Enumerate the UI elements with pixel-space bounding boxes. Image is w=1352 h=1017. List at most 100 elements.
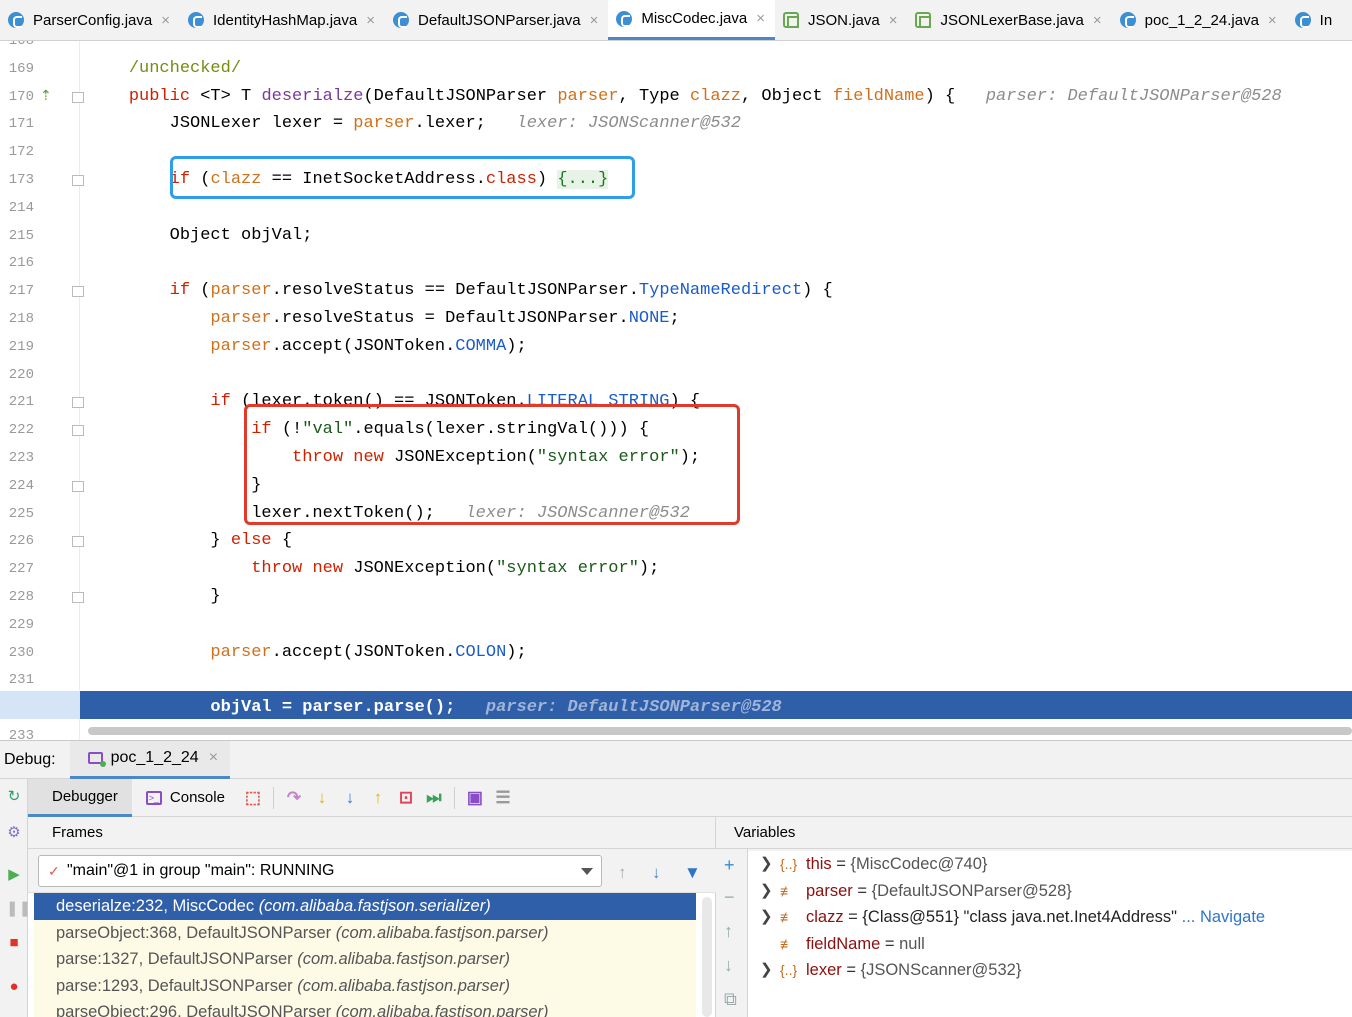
variable-row[interactable]: ❯ {..} this = {MiscCodec@740}	[748, 851, 1352, 878]
close-icon[interactable]: ×	[366, 12, 375, 29]
editor-tab-label: JSONLexerBase.java	[940, 11, 1084, 29]
fold-toggle-icon[interactable]	[72, 480, 84, 492]
editor-tab[interactable]: ParserConfig.java ×	[0, 0, 180, 40]
stack-frame[interactable]: parseObject:296, DefaultJSONParser (com.…	[34, 999, 696, 1017]
fold-toggle-icon[interactable]	[72, 592, 84, 603]
stack-frame[interactable]: parse:1327, DefaultJSONParser (com.aliba…	[34, 946, 696, 973]
debug-session-tab[interactable]: poc_1_2_24 ×	[69, 740, 231, 779]
arrow-up-icon[interactable]: ↑	[618, 863, 627, 883]
stop-icon[interactable]: ■	[6, 935, 22, 951]
horizontal-scrollbar[interactable]	[88, 727, 1352, 735]
trace-icon[interactable]: ☰	[489, 784, 517, 812]
code-line-232: objVal = parser.parse(); parser: Default…	[88, 698, 782, 718]
tab-debugger[interactable]: Debugger	[28, 778, 132, 817]
fold-toggle-icon[interactable]	[72, 536, 84, 548]
debug-side-toolbar: ↻ ⚙ ▶ ❚❚ ■ ●	[0, 779, 31, 1017]
add-watch-icon[interactable]: +	[724, 855, 735, 876]
checkmark-icon: ✓	[48, 863, 60, 879]
line-number: 230	[8, 644, 34, 661]
frames-scrollbar[interactable]	[702, 897, 712, 1017]
variable-value: {DefaultJSONParser@528}	[871, 881, 1072, 900]
variable-row[interactable]: ≢ fieldName = null	[748, 931, 1352, 958]
fold-toggle-icon[interactable]	[72, 91, 84, 103]
variables-header: Variables	[716, 817, 1352, 849]
move-down-icon[interactable]: ↓	[724, 955, 733, 976]
stack-frame[interactable]: deserialze:232, MiscCodec (com.alibaba.f…	[34, 893, 696, 920]
chevron-right-icon[interactable]: ❯	[760, 878, 773, 905]
editor-tab[interactable]: JSONLexerBase.java ×	[907, 0, 1111, 40]
close-icon[interactable]: ×	[1268, 12, 1277, 29]
close-icon[interactable]: ×	[161, 12, 170, 29]
fold-toggle-icon[interactable]	[72, 175, 84, 186]
close-icon[interactable]: ×	[209, 749, 218, 767]
variable-name: lexer	[806, 961, 842, 979]
line-number: 169	[8, 60, 34, 77]
line-number: 223	[8, 450, 34, 466]
move-up-icon[interactable]: ↑	[724, 921, 733, 942]
override-icon[interactable]: ⇡	[40, 87, 52, 104]
field-icon: ≢	[780, 882, 794, 899]
settings-gear-icon[interactable]: ⚙	[6, 825, 22, 841]
line-number: 225	[8, 505, 34, 522]
line-number: 220	[8, 366, 34, 383]
variable-value: {MiscCodec@740}	[850, 855, 988, 873]
view-breakpoints-icon[interactable]: ●	[6, 979, 22, 995]
editor-tab[interactable]: DefaultJSONParser.java ×	[385, 0, 608, 40]
step-into-icon[interactable]: ↓	[308, 784, 336, 812]
fold-toggle-icon[interactable]	[72, 425, 84, 437]
line-number-gutter[interactable]: 168 169 170 171 172 173 214 215 216 217 218 219 220 2…	[0, 41, 84, 740]
stack-frame[interactable]: parse:1293, DefaultJSONParser (com.aliba…	[34, 973, 696, 1000]
frame-package: (com.alibaba.fastjson.parser)	[297, 950, 510, 968]
editor-tab-bar: ParserConfig.java × IdentityHashMap.java × D…	[0, 0, 1352, 41]
resume-icon[interactable]: ▶	[6, 867, 22, 883]
code-editor[interactable]: 168 169 170 171 172 173 214 215 216 217 218 219 220 2…	[0, 41, 1352, 740]
variable-row[interactable]: ❯ {..} lexer = {JSONScanner@532}	[748, 957, 1352, 984]
run-to-cursor-icon[interactable]: ⏭	[420, 784, 448, 812]
remove-watch-icon[interactable]: −	[724, 887, 735, 908]
evaluate-icon[interactable]: ▣	[461, 784, 489, 812]
chevron-right-icon[interactable]: ❯	[760, 957, 773, 984]
variable-row[interactable]: ❯ ≢ parser = {DefaultJSONParser@528}	[748, 878, 1352, 905]
rerun-icon[interactable]: ↻	[6, 789, 22, 805]
fold-toggle-icon[interactable]	[72, 397, 84, 409]
close-icon[interactable]: ×	[590, 12, 599, 29]
field-icon: ≢	[780, 909, 794, 925]
tab-console[interactable]: >_ Console	[132, 779, 239, 817]
restore-layout-icon[interactable]: ⬚	[239, 784, 267, 812]
editor-tab[interactable]: poc_1_2_24.java ×	[1112, 0, 1287, 40]
frame-package: (com.alibaba.fastjson.serializer)	[258, 897, 491, 915]
pause-icon[interactable]: ❚❚	[6, 901, 31, 917]
fold-toggle-icon[interactable]	[72, 286, 84, 298]
chevron-right-icon[interactable]: ❯	[760, 904, 773, 931]
step-over-icon[interactable]: ↷	[280, 784, 308, 812]
line-number: 226	[8, 533, 34, 550]
force-step-into-icon[interactable]: ↓	[336, 784, 364, 812]
stack-frame[interactable]: parseObject:368, DefaultJSONParser (com.…	[34, 920, 696, 947]
variable-row[interactable]: ❯ ≢ clazz = {Class@551} "class java.net.In…	[748, 904, 1352, 931]
editor-tab[interactable]: MiscCodec.java ×	[608, 0, 775, 40]
editor-tab[interactable]: JSON.java ×	[775, 0, 907, 40]
line-number: 222	[8, 422, 34, 439]
chevron-right-icon[interactable]: ❯	[760, 851, 773, 878]
drop-frame-icon[interactable]: ⊡	[392, 784, 420, 812]
navigate-link[interactable]: ... Navigate	[1177, 908, 1265, 926]
arrow-down-icon[interactable]: ↓	[652, 863, 661, 883]
thread-selector[interactable]: ✓ "main"@1 in group "main": RUNNING	[38, 855, 602, 887]
variable-name: this	[806, 855, 832, 873]
editor-tab-label: ParserConfig.java	[33, 11, 153, 29]
step-out-icon[interactable]: ↑	[364, 784, 392, 812]
debug-label: Debug:	[4, 750, 56, 768]
code-line-218: parser.resolveStatus = DefaultJSONParser…	[210, 309, 680, 328]
close-icon[interactable]: ×	[756, 10, 765, 27]
copy-icon[interactable]: ⧉	[724, 989, 737, 1010]
class-icon	[1294, 12, 1311, 28]
editor-tab[interactable]: IdentityHashMap.java ×	[180, 0, 385, 40]
close-icon[interactable]: ×	[1093, 12, 1102, 29]
editor-tab[interactable]: In	[1287, 0, 1343, 40]
code-line-169: /unchecked/	[88, 55, 241, 83]
line-number: 168	[8, 41, 34, 49]
filter-icon[interactable]: ▼	[684, 863, 701, 883]
variables-tree: ❯ {..} this = {MiscCodec@740} ❯ ≢ parser = {D…	[748, 851, 1352, 1017]
close-icon[interactable]: ×	[889, 12, 898, 29]
inline-debug-value: parser: DefaultJSONParser@528	[985, 86, 1282, 106]
